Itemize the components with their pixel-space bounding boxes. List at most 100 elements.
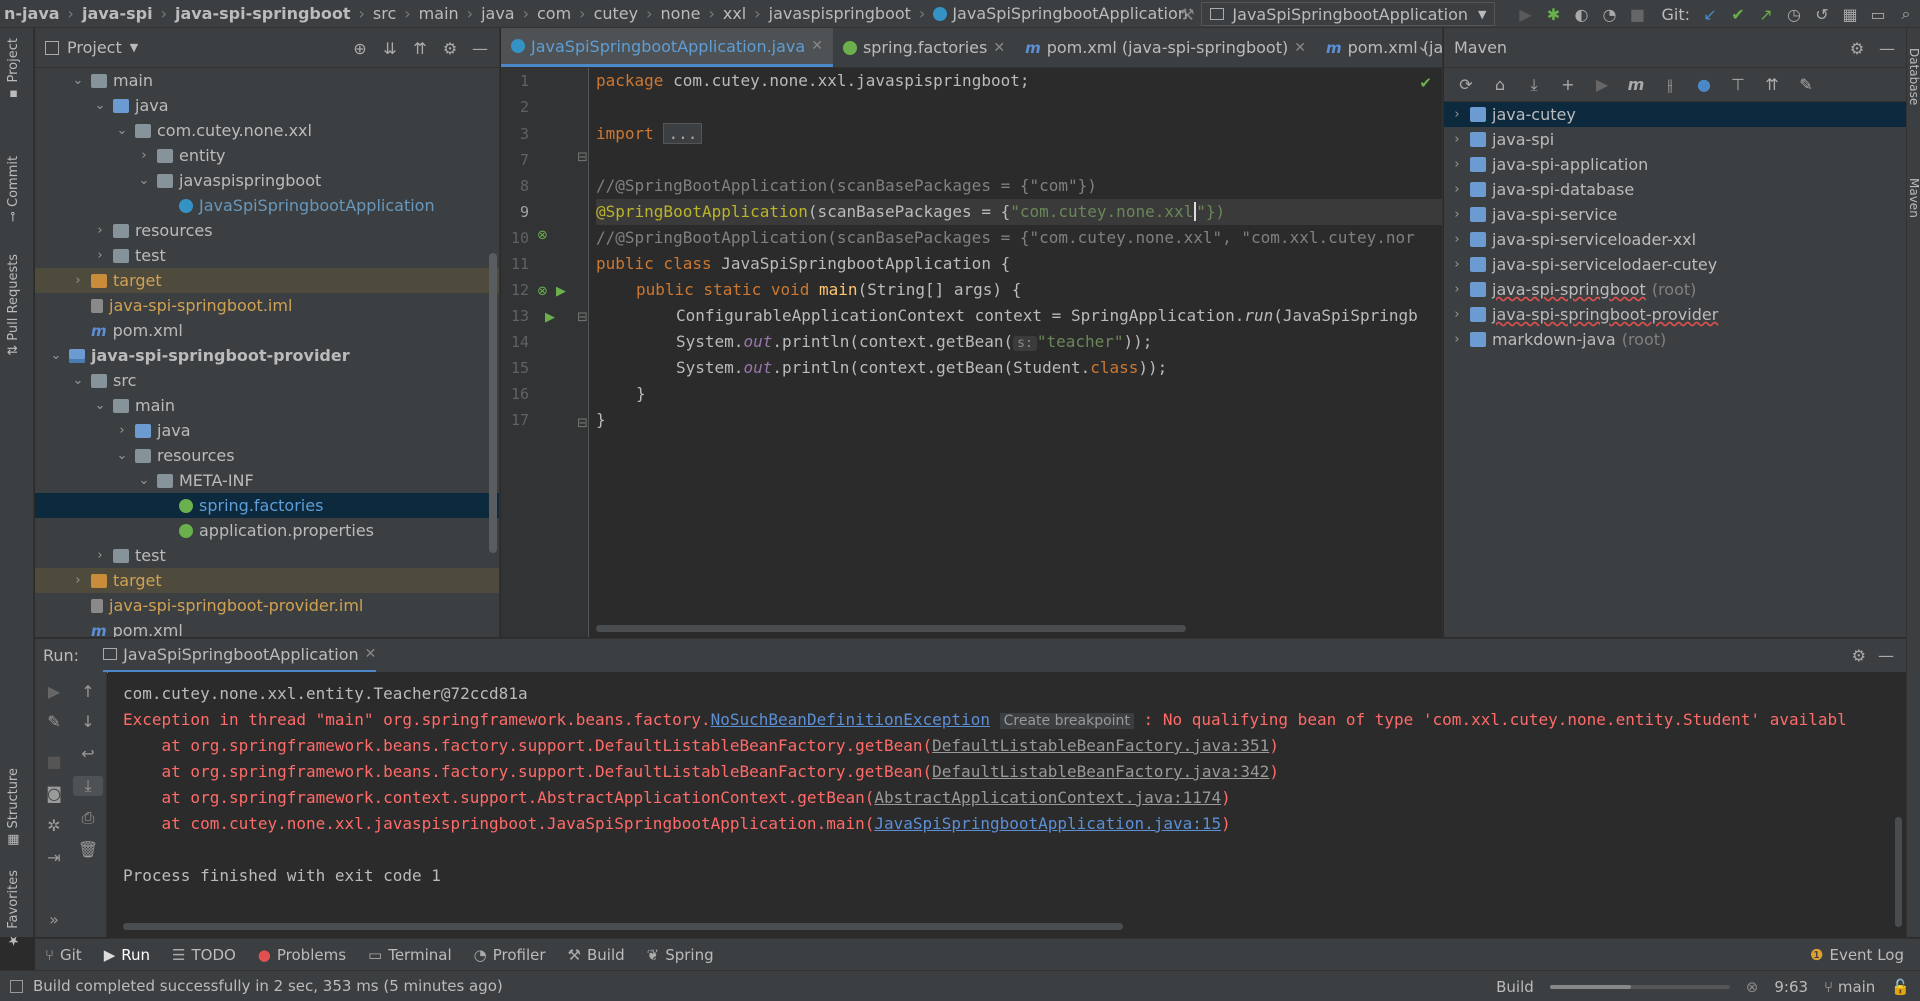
tool-tab-run[interactable]: ▶ Run (104, 946, 150, 964)
breadcrumb-item[interactable]: com (537, 4, 571, 23)
show-dependencies-icon[interactable]: ⊤ (1724, 75, 1752, 94)
project-tree-row[interactable]: › test (35, 543, 499, 568)
chevron-right-icon[interactable]: › (1450, 332, 1464, 347)
maven-project-item[interactable]: › java-spi-springboot (root) (1444, 277, 1906, 302)
chevron-right-icon[interactable]: › (1450, 232, 1464, 247)
chevron-right-icon[interactable]: › (1450, 282, 1464, 297)
project-tree-row[interactable]: application.properties (35, 518, 499, 543)
chevron-right-icon[interactable]: › (1450, 207, 1464, 222)
breadcrumb-item[interactable]: src (373, 4, 396, 23)
breadcrumb-item[interactable]: none (661, 4, 701, 23)
generate-sources-icon[interactable]: ⌂ (1486, 75, 1514, 94)
reload-icon[interactable]: ⟳ (1452, 75, 1480, 94)
inspection-ok-icon[interactable]: ✔ (1419, 74, 1432, 92)
search-icon[interactable]: ⌕ (1892, 0, 1920, 28)
rerun-icon[interactable]: ▶ (39, 682, 69, 701)
settings-icon[interactable]: ✲ (39, 816, 69, 835)
chevron-right-icon[interactable]: › (1450, 132, 1464, 147)
maven-project-item[interactable]: › markdown-java (root) (1444, 327, 1906, 352)
tool-tab-spring[interactable]: ❦ Spring (647, 946, 714, 964)
chevron-right-icon[interactable]: › (1450, 107, 1464, 122)
more-icon[interactable]: » (39, 910, 69, 929)
minimize-icon[interactable]: — (1874, 39, 1900, 58)
console-horizontal-scrollbar[interactable] (123, 923, 1123, 930)
git-branch[interactable]: ⑂ main (1824, 978, 1875, 996)
expand-all-icon[interactable]: ⇊ (377, 39, 403, 58)
project-tree-row[interactable]: › resources (35, 218, 499, 243)
git-push-icon[interactable]: ↗ (1752, 0, 1780, 28)
project-tree-row[interactable]: ⌄ resources (35, 443, 499, 468)
bean-gutter-icon[interactable]: ⊗ (537, 284, 548, 299)
stack-link[interactable]: DefaultListableBeanFactory.java:351 (932, 736, 1269, 755)
gear-icon[interactable]: ⚙ (1852, 646, 1866, 665)
project-tree-row[interactable]: JavaSpiSpringbootApplication (35, 193, 499, 218)
wrench-icon[interactable]: ✎ (1792, 75, 1820, 94)
chevron-down-icon[interactable]: ⌄ (137, 173, 151, 188)
editor-tab[interactable]: m pom.xml (java-spi-springboot) ✕ (1015, 28, 1316, 67)
fold-icon[interactable]: ⊟ (577, 150, 588, 165)
run-configuration-select[interactable]: JavaSpiSpringbootApplication ▼ (1201, 2, 1496, 26)
breadcrumb-item[interactable]: javaspispringboot (769, 4, 911, 23)
breadcrumb-item[interactable]: main (419, 4, 459, 23)
tool-tab-commit[interactable]: ⊸ Commit (6, 156, 21, 222)
maven-project-item[interactable]: › java-spi-springboot-provider (1444, 302, 1906, 327)
add-icon[interactable]: + (1554, 75, 1582, 94)
chevron-down-icon[interactable]: ⌄ (93, 398, 107, 413)
create-breakpoint-button[interactable]: Create breakpoint (999, 713, 1134, 729)
download-icon[interactable]: ⤓ (1520, 75, 1548, 95)
tool-tab-favorites[interactable]: ★ Favorites (6, 870, 21, 948)
tool-tab-terminal[interactable]: ▭ Terminal (368, 946, 452, 964)
skip-tests-icon[interactable]: ● (1690, 75, 1718, 94)
tool-tab-structure[interactable]: ▦ Structure (6, 768, 21, 847)
fold-icon[interactable]: ⊟ (577, 416, 588, 431)
project-tree-row[interactable]: m pom.xml (35, 318, 499, 343)
tool-tab-pull-requests[interactable]: ⇅ Pull Requests (6, 254, 21, 356)
project-scrollbar[interactable] (489, 253, 497, 553)
stack-link[interactable]: DefaultListableBeanFactory.java:342 (932, 762, 1269, 781)
project-structure-icon[interactable]: ▦ (1836, 0, 1864, 28)
chevron-down-icon[interactable]: ⌄ (71, 73, 85, 88)
run-tab[interactable]: JavaSpiSpringbootApplication ✕ (103, 639, 377, 673)
stack-link[interactable]: AbstractApplicationContext.java:1174 (874, 788, 1221, 807)
run-icon[interactable]: ▶ (1588, 75, 1616, 94)
breadcrumb-item[interactable]: JavaSpiSpringbootApplication (952, 4, 1188, 23)
project-tree-row[interactable]: › target (35, 568, 499, 593)
coverage-icon[interactable]: ◐ (1567, 0, 1595, 28)
project-tree-row[interactable]: ⌄ META-INF (35, 468, 499, 493)
hammer-build-icon[interactable]: ⚒ (1173, 0, 1201, 28)
chevron-right-icon[interactable]: › (93, 223, 107, 238)
run-icon[interactable]: ▶ (1511, 0, 1539, 28)
maven-project-item[interactable]: › java-spi-service (1444, 202, 1906, 227)
run-gutter-icon[interactable]: ▶ (545, 310, 555, 325)
chevron-down-icon[interactable]: ⌄ (71, 373, 85, 388)
project-tree-row[interactable]: › test (35, 243, 499, 268)
lock-icon[interactable]: 🔓 (1891, 978, 1910, 996)
tool-tab-project[interactable]: ▪ Project (6, 38, 21, 101)
tool-tab-build[interactable]: ⚒ Build (568, 946, 625, 964)
project-tree-row[interactable]: ⌄ javaspispringboot (35, 168, 499, 193)
project-tree-row[interactable]: › java (35, 418, 499, 443)
chevron-right-icon[interactable]: › (1450, 257, 1464, 272)
gear-icon[interactable]: ⚙ (437, 39, 463, 58)
project-tree-row[interactable]: spring.factories (35, 493, 499, 518)
breadcrumb-item[interactable]: n-java (4, 4, 60, 23)
exception-link[interactable]: NoSuchBeanDefinitionException (711, 710, 990, 729)
stop-icon[interactable]: ■ (1623, 0, 1651, 28)
locate-icon[interactable]: ⊕ (347, 39, 373, 58)
editor-horizontal-scrollbar[interactable] (596, 625, 1186, 632)
bean-gutter-icon[interactable]: ⊗ (537, 228, 548, 243)
project-tree-row[interactable]: ⌄ com.cutey.none.xxl (35, 118, 499, 143)
breadcrumb-item[interactable]: cutey (594, 4, 639, 23)
close-icon[interactable]: ✕ (811, 38, 823, 54)
gear-icon[interactable]: ⚙ (1844, 39, 1870, 58)
event-log-button[interactable]: ❶ Event Log (1810, 946, 1904, 964)
scroll-to-end-icon[interactable]: ⤓ (73, 776, 103, 796)
maven-project-item[interactable]: › java-spi (1444, 127, 1906, 152)
caret-position[interactable]: 9:63 (1774, 978, 1808, 996)
chevron-right-icon[interactable]: › (115, 423, 129, 438)
git-update-icon[interactable]: ↙ (1696, 0, 1724, 28)
chevron-right-icon[interactable]: › (1450, 157, 1464, 172)
collapse-all-icon[interactable]: ⇈ (407, 39, 433, 58)
project-tree-row[interactable]: ⌄ main (35, 393, 499, 418)
tool-tab-todo[interactable]: ☰ TODO (172, 946, 236, 964)
